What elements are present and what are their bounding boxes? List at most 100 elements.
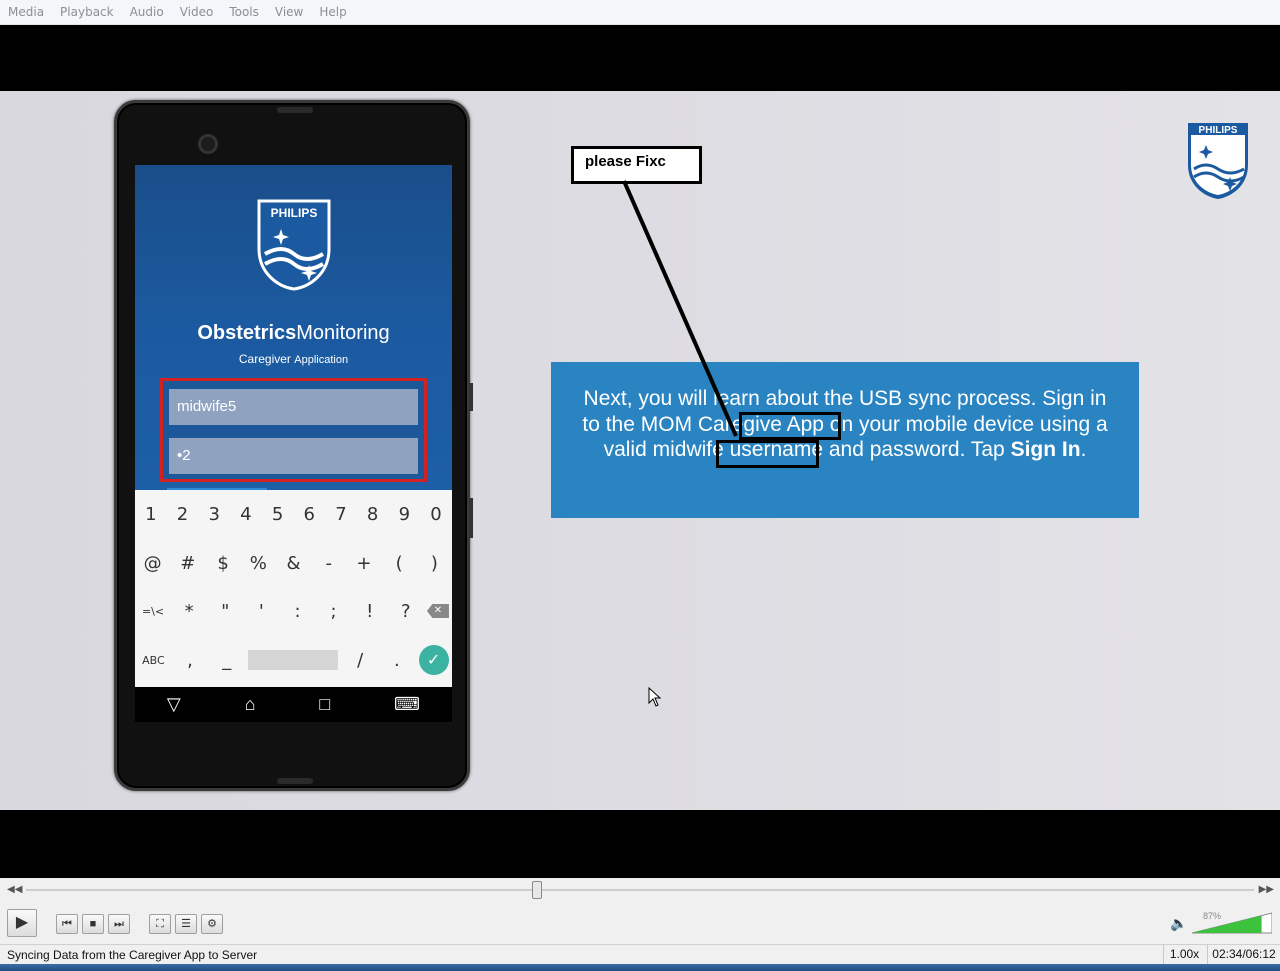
key-abc[interactable]: ABC	[138, 654, 168, 667]
corner-logo-text: PHILIPS	[1199, 125, 1238, 136]
shield-logo-text: PHILIPS	[271, 206, 318, 220]
speaker-icon[interactable]: 🔈	[1170, 915, 1187, 932]
annotation-note-text: please Fixc	[585, 153, 666, 170]
key-2[interactable]: 2	[168, 504, 198, 525]
menu-playback[interactable]: Playback	[52, 0, 122, 25]
key-minus[interactable]: -	[314, 553, 344, 574]
seek-forward-icon[interactable]: ▶▶	[1259, 884, 1274, 895]
key-double-quote[interactable]: "	[210, 601, 240, 622]
playback-time[interactable]: 02:34/06:12	[1207, 945, 1280, 965]
keyboard-row-4: ABC , _ / . ✓	[135, 636, 452, 684]
menu-video[interactable]: Video	[172, 0, 222, 25]
playback-rate[interactable]: 1.00x	[1163, 945, 1205, 965]
key-close-paren[interactable]: )	[419, 553, 449, 574]
key-0[interactable]: 0	[421, 504, 451, 525]
instruction-box: Next, you will learn about the USB sync …	[551, 362, 1139, 518]
philips-corner-logo-icon: PHILIPS	[1188, 123, 1248, 199]
previous-button[interactable]: ⏮	[56, 914, 78, 934]
highlight-midwife	[716, 440, 819, 468]
app-title-regular: Monitoring	[296, 322, 390, 344]
key-9[interactable]: 9	[389, 504, 419, 525]
key-question[interactable]: ?	[391, 601, 421, 622]
playlist-button[interactable]: ☰	[175, 914, 197, 934]
key-5[interactable]: 5	[263, 504, 293, 525]
keyboard-row-3: =\< * " ' : ; ! ? ✕	[135, 587, 452, 635]
windows-taskbar	[0, 964, 1280, 971]
extended-settings-button[interactable]: ⚙	[201, 914, 223, 934]
menu-bar: Media Playback Audio Video Tools View He…	[0, 0, 1280, 25]
key-hash[interactable]: #	[173, 553, 203, 574]
key-4[interactable]: 4	[231, 504, 261, 525]
app-title: ObstetricsMonitoring	[135, 322, 452, 345]
philips-shield-icon: PHILIPS	[257, 199, 331, 291]
menu-audio[interactable]: Audio	[122, 0, 172, 25]
play-button[interactable]: ▶	[7, 909, 37, 937]
onscreen-keyboard: 1 2 3 4 5 6 7 8 9 0 @ # $ % & - + () =\…	[135, 490, 452, 687]
seek-bar[interactable]: ◀◀ ▶▶	[0, 878, 1280, 904]
instruction-period: .	[1080, 438, 1087, 461]
delete-key-icon[interactable]: ✕	[426, 604, 449, 618]
instruction-sign-in: Sign In	[1010, 438, 1081, 461]
phone-side-button-2	[469, 498, 473, 538]
app-subtitle-b: Application	[294, 354, 349, 366]
phone-side-button	[469, 383, 473, 411]
status-title: Syncing Data from the Caregiver App to S…	[7, 948, 258, 962]
nav-keyboard-icon[interactable]: ⌨	[394, 694, 420, 715]
password-field[interactable]: •2	[169, 438, 418, 474]
stop-button[interactable]: ■	[82, 914, 104, 934]
key-asterisk[interactable]: *	[174, 601, 204, 622]
phone-mockup: PHILIPS ObstetricsMonitoring Caregiver A…	[114, 100, 473, 791]
video-area[interactable]: PHILIPS ObstetricsMonitoring Caregiver A…	[0, 25, 1280, 878]
key-dollar[interactable]: $	[208, 553, 238, 574]
keyboard-row-2: @ # $ % & - + ( )	[135, 539, 452, 587]
seek-slider-handle[interactable]	[531, 881, 542, 899]
key-3[interactable]: 3	[199, 504, 229, 525]
phone-earpiece	[277, 107, 313, 113]
phone-camera	[198, 134, 218, 154]
key-single-quote[interactable]: '	[246, 601, 276, 622]
android-nav-bar: ▽ ⌂ □ ⌨	[135, 687, 452, 722]
status-bar: Syncing Data from the Caregiver App to S…	[0, 944, 1280, 965]
key-6[interactable]: 6	[294, 504, 324, 525]
key-period[interactable]: .	[382, 650, 412, 671]
nav-home-icon[interactable]: ⌂	[245, 694, 256, 715]
fullscreen-button[interactable]: ⛶	[149, 914, 171, 934]
seek-back-icon[interactable]: ◀◀	[7, 884, 22, 895]
done-check-icon[interactable]: ✓	[418, 645, 449, 675]
highlight-caregive	[739, 412, 841, 440]
next-button[interactable]: ⏭	[108, 914, 130, 934]
seek-track[interactable]	[26, 889, 1254, 891]
menu-media[interactable]: Media	[0, 0, 52, 25]
nav-recents-icon[interactable]: □	[319, 694, 330, 715]
key-slash[interactable]: /	[345, 650, 375, 671]
key-colon[interactable]: :	[282, 601, 312, 622]
key-at[interactable]: @	[138, 553, 168, 574]
menu-view[interactable]: View	[267, 0, 311, 25]
control-bar: ▶ ⏮ ■ ⏭ ⛶ ☰ ⚙ 🔈 87%	[0, 904, 1280, 944]
username-field[interactable]: midwife5	[169, 389, 418, 425]
video-frame: PHILIPS ObstetricsMonitoring Caregiver A…	[0, 91, 1280, 810]
nav-back-icon[interactable]: ▽	[167, 694, 181, 715]
key-underscore[interactable]: _	[212, 650, 242, 671]
key-ampersand[interactable]: &	[278, 553, 308, 574]
login-highlight-box: midwife5 •2	[160, 378, 427, 482]
key-symbols-more[interactable]: =\<	[138, 605, 168, 618]
key-plus[interactable]: +	[349, 553, 379, 574]
annotation-note: please Fixc	[571, 146, 702, 184]
key-open-paren[interactable]: (	[384, 553, 414, 574]
menu-tools[interactable]: Tools	[221, 0, 267, 25]
key-7[interactable]: 7	[326, 504, 356, 525]
vlc-window: Media Playback Audio Video Tools View He…	[0, 0, 1280, 971]
key-space[interactable]	[248, 650, 339, 670]
key-1[interactable]: 1	[136, 504, 166, 525]
key-semicolon[interactable]: ;	[319, 601, 349, 622]
key-comma[interactable]: ,	[175, 650, 205, 671]
keyboard-row-1: 1 2 3 4 5 6 7 8 9 0	[135, 490, 452, 538]
menu-help[interactable]: Help	[311, 0, 354, 25]
key-8[interactable]: 8	[358, 504, 388, 525]
volume-percent: 87%	[1203, 911, 1222, 921]
key-percent[interactable]: %	[243, 553, 273, 574]
key-exclamation[interactable]: !	[355, 601, 385, 622]
app-title-bold: Obstetrics	[197, 322, 297, 344]
app-header: PHILIPS ObstetricsMonitoring Caregiver A…	[135, 165, 452, 490]
